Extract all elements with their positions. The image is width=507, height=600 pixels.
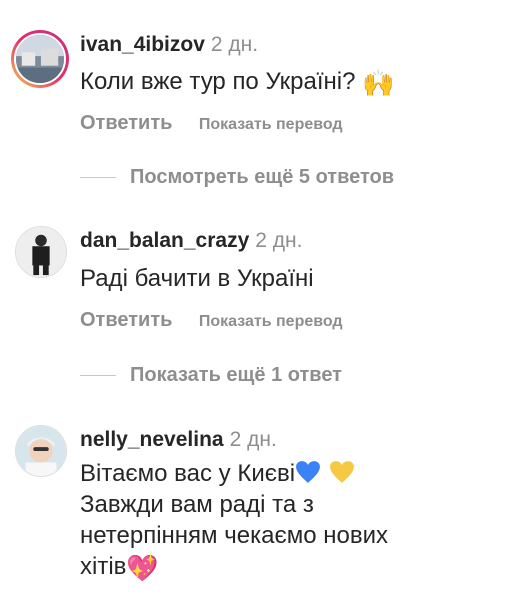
yellow-heart-icon	[330, 461, 354, 483]
avatar[interactable]	[15, 226, 67, 278]
comment-text-line: Вітаємо вас у Києві	[80, 458, 490, 489]
timestamp: 2 дн.	[229, 428, 277, 451]
avatar[interactable]	[11, 30, 69, 88]
timestamp: 2 дн.	[255, 229, 303, 252]
username[interactable]: nelly_nevelina	[80, 428, 224, 451]
comment-text: Раді бачити в Україні	[80, 265, 314, 292]
comment-text-line: хітів💖	[80, 553, 159, 583]
show-translation-button[interactable]: Показать перевод	[199, 313, 343, 330]
divider-line	[80, 375, 116, 376]
comment-text: Коли вже тур по Україні? 🙌	[80, 68, 395, 98]
reply-button[interactable]: Ответить	[80, 112, 172, 134]
avatar-photo	[16, 227, 66, 277]
comment-text: Вітаємо вас у Києві Завжди вам раді та з…	[80, 458, 490, 584]
divider-line	[80, 177, 116, 178]
reply-button[interactable]: Ответить	[80, 309, 172, 331]
raised-hands-emoji: 🙌	[362, 68, 395, 98]
avatar[interactable]	[15, 425, 67, 477]
comment-actions: Ответить Показать перевод	[80, 112, 343, 135]
comment-header: nelly_nevelina 2 дн.	[80, 427, 277, 453]
username[interactable]: dan_balan_crazy	[80, 229, 249, 252]
view-more-replies[interactable]: Посмотреть ещё 5 ответов	[80, 166, 394, 189]
comment-text-line: Завжди вам раді та з	[80, 491, 314, 518]
comment-actions: Ответить Показать перевод	[80, 309, 343, 332]
view-more-replies-label[interactable]: Показать ещё 1 ответ	[130, 364, 342, 387]
comment-header: dan_balan_crazy 2 дн.	[80, 228, 302, 254]
blue-heart-icon	[296, 461, 320, 483]
timestamp: 2 дн.	[210, 33, 259, 56]
comment-header: ivan_4ibizov 2 дн.	[80, 32, 258, 58]
username[interactable]: ivan_4ibizov	[80, 33, 205, 56]
sparkling-heart-emoji: 💖	[126, 553, 159, 583]
avatar-photo	[16, 35, 64, 83]
view-more-replies-label[interactable]: Посмотреть ещё 5 ответов	[130, 166, 394, 189]
view-more-replies[interactable]: Показать ещё 1 ответ	[80, 364, 342, 387]
show-translation-button[interactable]: Показать перевод	[199, 116, 343, 133]
avatar-photo	[16, 426, 66, 476]
comment-text-line: нетерпінням чекаємо нових	[80, 522, 388, 549]
